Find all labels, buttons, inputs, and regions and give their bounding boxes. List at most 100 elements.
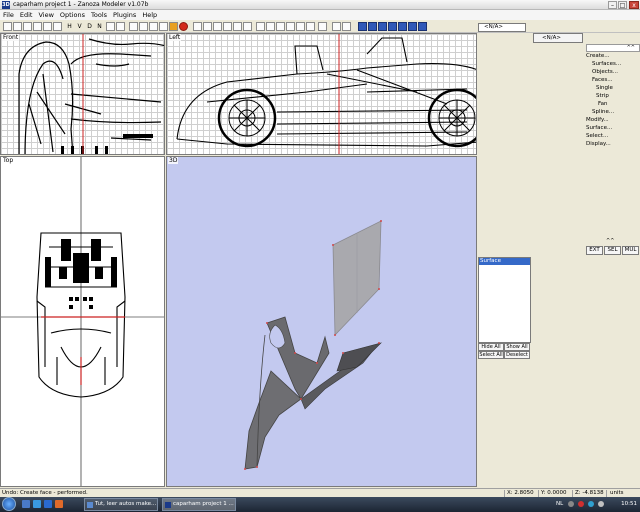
browser-task-icon xyxy=(87,502,93,508)
viewport-front[interactable]: Front xyxy=(0,33,165,155)
close-button[interactable]: x xyxy=(629,1,639,9)
collapse-icon[interactable]: ^^ xyxy=(627,45,635,51)
align-left-icon[interactable] xyxy=(106,22,115,31)
box-front-icon[interactable] xyxy=(129,22,138,31)
deselect-box-icon[interactable] xyxy=(342,22,351,31)
menu-options[interactable]: Options xyxy=(57,10,88,20)
zoom-extents-icon[interactable] xyxy=(243,22,252,31)
h-mirror-button[interactable]: H xyxy=(65,22,74,31)
selection-dropdown[interactable]: <N/A> xyxy=(478,23,526,32)
menu-select[interactable]: Select... xyxy=(586,132,640,140)
rotate-icon[interactable] xyxy=(213,22,222,31)
tray-volume-icon[interactable] xyxy=(598,501,604,507)
surface-list[interactable]: Surface xyxy=(478,257,531,343)
zoom-icon[interactable] xyxy=(193,22,202,31)
surface-list-item[interactable]: Surface xyxy=(479,258,530,265)
record-icon[interactable] xyxy=(179,22,188,31)
explorer-icon[interactable] xyxy=(33,500,41,508)
viewport-top[interactable]: Top xyxy=(0,156,165,487)
menu-objects[interactable]: Objects... xyxy=(586,68,640,76)
rotate-vertex-icon[interactable] xyxy=(276,22,285,31)
tube-primitive-icon[interactable] xyxy=(418,22,427,31)
menu-spline[interactable]: Spline... xyxy=(586,108,640,116)
front-view-wireframe xyxy=(18,34,164,154)
command-menu-header[interactable]: ^^ xyxy=(586,44,640,52)
top-view-wireframe xyxy=(1,157,164,486)
cut-icon[interactable] xyxy=(33,22,42,31)
d-button[interactable]: D xyxy=(85,22,94,31)
viewport-left[interactable]: Left xyxy=(166,33,477,155)
status-units: units xyxy=(610,490,624,496)
select-all-button[interactable]: Select All xyxy=(478,351,504,359)
weld-icon[interactable] xyxy=(318,22,327,31)
taskbar-task-browser[interactable]: Tut, leer autos make... xyxy=(84,498,158,511)
scale-vertex-icon[interactable] xyxy=(266,22,275,31)
object-dropdown[interactable]: <N/A> xyxy=(533,33,583,43)
cone-primitive-icon[interactable] xyxy=(388,22,397,31)
menu-file[interactable]: File xyxy=(0,10,17,20)
menu-fan[interactable]: Fan xyxy=(586,100,640,108)
mode-collapse-icon[interactable]: ^^ xyxy=(606,238,614,244)
window-title: caparham project 1 - Zanoza Modeler v1.0… xyxy=(13,1,149,8)
ext-button[interactable]: EXT xyxy=(586,246,603,255)
move-vertex-icon[interactable] xyxy=(256,22,265,31)
align-right-icon[interactable] xyxy=(116,22,125,31)
start-button[interactable] xyxy=(2,497,16,511)
language-indicator[interactable]: NL xyxy=(556,501,563,507)
tray-arrow-icon[interactable] xyxy=(568,501,574,507)
plane-primitive-icon[interactable] xyxy=(408,22,417,31)
viewport-3d[interactable]: 3D xyxy=(166,156,477,487)
axis-icon[interactable] xyxy=(286,22,295,31)
menu-view[interactable]: View xyxy=(35,10,56,20)
new-file-icon[interactable] xyxy=(3,22,12,31)
cylinder-primitive-icon[interactable] xyxy=(378,22,387,31)
deselect-button[interactable]: Deselect xyxy=(504,351,530,359)
menu-bar: File Edit View Options Tools Plugins Hel… xyxy=(0,10,640,20)
sphere-primitive-icon[interactable] xyxy=(368,22,377,31)
show-desktop-icon[interactable] xyxy=(22,500,30,508)
box-top-icon[interactable] xyxy=(149,22,158,31)
menu-single[interactable]: Single xyxy=(586,84,640,92)
menu-faces[interactable]: Faces... xyxy=(586,76,640,84)
maximize-button[interactable]: □ xyxy=(618,1,627,9)
menu-strip[interactable]: Strip xyxy=(586,92,640,100)
open-file-icon[interactable] xyxy=(13,22,22,31)
taskbar-task-modeler[interactable]: caparham project 1 ... xyxy=(162,498,236,511)
menu-plugins[interactable]: Plugins xyxy=(110,10,139,20)
menu-display[interactable]: Display... xyxy=(586,140,640,148)
sel-button[interactable]: SEL xyxy=(604,246,621,255)
cube-primitive-icon[interactable] xyxy=(358,22,367,31)
menu-edit[interactable]: Edit xyxy=(17,10,36,20)
save-file-icon[interactable] xyxy=(23,22,32,31)
torus-primitive-icon[interactable] xyxy=(398,22,407,31)
mul-button[interactable]: MUL xyxy=(622,246,639,255)
menu-tools[interactable]: Tools xyxy=(88,10,110,20)
zoom-region-icon[interactable] xyxy=(223,22,232,31)
copy-icon[interactable] xyxy=(43,22,52,31)
clock[interactable]: 10:51 xyxy=(621,501,637,507)
n-button[interactable]: N xyxy=(95,22,104,31)
render-icon[interactable] xyxy=(169,22,178,31)
select-box-icon[interactable] xyxy=(332,22,341,31)
menu-modify[interactable]: Modify... xyxy=(586,116,640,124)
pan-hand-icon[interactable] xyxy=(203,22,212,31)
menu-surfaces[interactable]: Surfaces... xyxy=(586,60,640,68)
menu-help[interactable]: Help xyxy=(139,10,160,20)
box-3d-icon[interactable] xyxy=(159,22,168,31)
show-all-button[interactable]: Show All xyxy=(504,343,530,351)
ie-icon[interactable] xyxy=(44,500,52,508)
v-mirror-button[interactable]: V xyxy=(75,22,84,31)
bend-icon[interactable] xyxy=(306,22,315,31)
zoom-all-icon[interactable] xyxy=(233,22,242,31)
tray-network-icon[interactable] xyxy=(588,501,594,507)
paste-icon[interactable] xyxy=(53,22,62,31)
taskbar-task-label: caparham project 1 ... xyxy=(173,501,234,507)
box-side-icon[interactable] xyxy=(139,22,148,31)
tray-security-icon[interactable] xyxy=(578,501,584,507)
menu-create[interactable]: Create... xyxy=(586,52,640,60)
hide-all-button[interactable]: Hide All xyxy=(478,343,504,351)
menu-surface[interactable]: Surface... xyxy=(586,124,640,132)
minimize-button[interactable]: – xyxy=(608,1,617,9)
extrude-icon[interactable] xyxy=(296,22,305,31)
media-icon[interactable] xyxy=(55,500,63,508)
